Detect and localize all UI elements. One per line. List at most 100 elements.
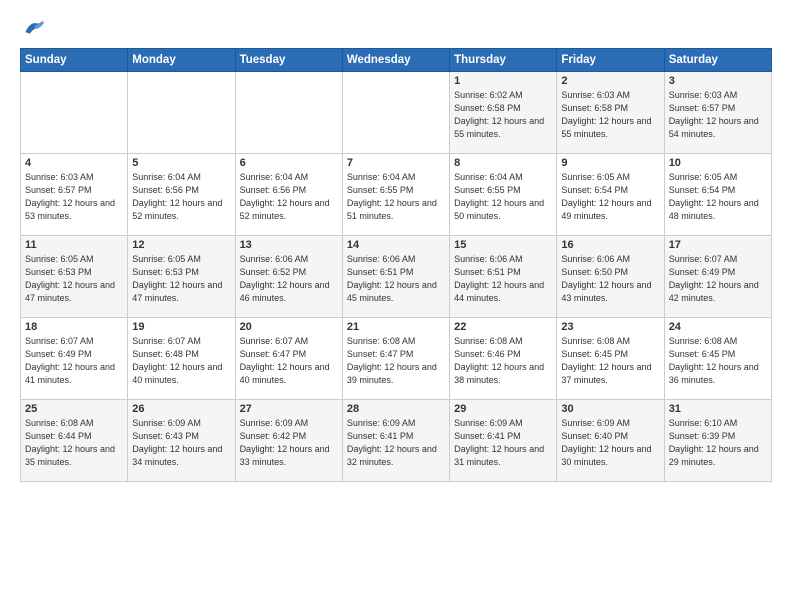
day-number: 31: [669, 403, 767, 415]
cell-sun-info: Sunrise: 6:06 AMSunset: 6:51 PMDaylight:…: [347, 253, 445, 305]
calendar-cell: 26 Sunrise: 6:09 AMSunset: 6:43 PMDaylig…: [128, 400, 235, 482]
calendar-cell: 8 Sunrise: 6:04 AMSunset: 6:55 PMDayligh…: [450, 154, 557, 236]
calendar-cell: 30 Sunrise: 6:09 AMSunset: 6:40 PMDaylig…: [557, 400, 664, 482]
day-number: 15: [454, 239, 552, 251]
calendar-cell: 11 Sunrise: 6:05 AMSunset: 6:53 PMDaylig…: [21, 236, 128, 318]
day-number: 1: [454, 75, 552, 87]
cell-sun-info: Sunrise: 6:08 AMSunset: 6:44 PMDaylight:…: [25, 417, 123, 469]
week-row-1: 1 Sunrise: 6:02 AMSunset: 6:58 PMDayligh…: [21, 72, 772, 154]
calendar-cell: 27 Sunrise: 6:09 AMSunset: 6:42 PMDaylig…: [235, 400, 342, 482]
cell-sun-info: Sunrise: 6:05 AMSunset: 6:54 PMDaylight:…: [561, 171, 659, 223]
header: [20, 16, 772, 38]
cell-sun-info: Sunrise: 6:05 AMSunset: 6:53 PMDaylight:…: [132, 253, 230, 305]
day-number: 5: [132, 157, 230, 169]
day-number: 14: [347, 239, 445, 251]
page: SundayMondayTuesdayWednesdayThursdayFrid…: [0, 0, 792, 492]
cell-sun-info: Sunrise: 6:09 AMSunset: 6:42 PMDaylight:…: [240, 417, 338, 469]
day-number: 18: [25, 321, 123, 333]
day-number: 6: [240, 157, 338, 169]
day-number: 10: [669, 157, 767, 169]
cell-sun-info: Sunrise: 6:06 AMSunset: 6:50 PMDaylight:…: [561, 253, 659, 305]
cell-sun-info: Sunrise: 6:07 AMSunset: 6:47 PMDaylight:…: [240, 335, 338, 387]
day-number: 17: [669, 239, 767, 251]
day-number: 9: [561, 157, 659, 169]
cell-sun-info: Sunrise: 6:08 AMSunset: 6:47 PMDaylight:…: [347, 335, 445, 387]
cell-sun-info: Sunrise: 6:07 AMSunset: 6:49 PMDaylight:…: [25, 335, 123, 387]
day-number: 7: [347, 157, 445, 169]
calendar-cell: 29 Sunrise: 6:09 AMSunset: 6:41 PMDaylig…: [450, 400, 557, 482]
calendar-cell: 2 Sunrise: 6:03 AMSunset: 6:58 PMDayligh…: [557, 72, 664, 154]
cell-sun-info: Sunrise: 6:09 AMSunset: 6:41 PMDaylight:…: [454, 417, 552, 469]
calendar-cell: 5 Sunrise: 6:04 AMSunset: 6:56 PMDayligh…: [128, 154, 235, 236]
cell-sun-info: Sunrise: 6:07 AMSunset: 6:48 PMDaylight:…: [132, 335, 230, 387]
cell-sun-info: Sunrise: 6:02 AMSunset: 6:58 PMDaylight:…: [454, 89, 552, 141]
calendar-cell: 13 Sunrise: 6:06 AMSunset: 6:52 PMDaylig…: [235, 236, 342, 318]
logo-area: [20, 16, 48, 38]
weekday-header-monday: Monday: [128, 49, 235, 72]
calendar-cell: 18 Sunrise: 6:07 AMSunset: 6:49 PMDaylig…: [21, 318, 128, 400]
calendar-cell: 16 Sunrise: 6:06 AMSunset: 6:50 PMDaylig…: [557, 236, 664, 318]
day-number: 26: [132, 403, 230, 415]
day-number: 28: [347, 403, 445, 415]
day-number: 12: [132, 239, 230, 251]
cell-sun-info: Sunrise: 6:06 AMSunset: 6:52 PMDaylight:…: [240, 253, 338, 305]
cell-sun-info: Sunrise: 6:08 AMSunset: 6:45 PMDaylight:…: [669, 335, 767, 387]
calendar-cell: 6 Sunrise: 6:04 AMSunset: 6:56 PMDayligh…: [235, 154, 342, 236]
calendar-cell: 21 Sunrise: 6:08 AMSunset: 6:47 PMDaylig…: [342, 318, 449, 400]
day-number: 30: [561, 403, 659, 415]
day-number: 25: [25, 403, 123, 415]
weekday-header-wednesday: Wednesday: [342, 49, 449, 72]
week-row-3: 11 Sunrise: 6:05 AMSunset: 6:53 PMDaylig…: [21, 236, 772, 318]
calendar-cell: 12 Sunrise: 6:05 AMSunset: 6:53 PMDaylig…: [128, 236, 235, 318]
calendar-cell: 17 Sunrise: 6:07 AMSunset: 6:49 PMDaylig…: [664, 236, 771, 318]
cell-sun-info: Sunrise: 6:03 AMSunset: 6:57 PMDaylight:…: [669, 89, 767, 141]
calendar-cell: [128, 72, 235, 154]
calendar-cell: 28 Sunrise: 6:09 AMSunset: 6:41 PMDaylig…: [342, 400, 449, 482]
cell-sun-info: Sunrise: 6:08 AMSunset: 6:45 PMDaylight:…: [561, 335, 659, 387]
cell-sun-info: Sunrise: 6:04 AMSunset: 6:56 PMDaylight:…: [240, 171, 338, 223]
day-number: 11: [25, 239, 123, 251]
calendar-cell: 22 Sunrise: 6:08 AMSunset: 6:46 PMDaylig…: [450, 318, 557, 400]
day-number: 29: [454, 403, 552, 415]
week-row-4: 18 Sunrise: 6:07 AMSunset: 6:49 PMDaylig…: [21, 318, 772, 400]
calendar-cell: 19 Sunrise: 6:07 AMSunset: 6:48 PMDaylig…: [128, 318, 235, 400]
week-row-5: 25 Sunrise: 6:08 AMSunset: 6:44 PMDaylig…: [21, 400, 772, 482]
calendar-cell: 14 Sunrise: 6:06 AMSunset: 6:51 PMDaylig…: [342, 236, 449, 318]
day-number: 4: [25, 157, 123, 169]
calendar-cell: [21, 72, 128, 154]
day-number: 19: [132, 321, 230, 333]
cell-sun-info: Sunrise: 6:09 AMSunset: 6:40 PMDaylight:…: [561, 417, 659, 469]
calendar-cell: 4 Sunrise: 6:03 AMSunset: 6:57 PMDayligh…: [21, 154, 128, 236]
logo: [20, 16, 48, 38]
weekday-header-thursday: Thursday: [450, 49, 557, 72]
cell-sun-info: Sunrise: 6:09 AMSunset: 6:43 PMDaylight:…: [132, 417, 230, 469]
day-number: 27: [240, 403, 338, 415]
cell-sun-info: Sunrise: 6:04 AMSunset: 6:56 PMDaylight:…: [132, 171, 230, 223]
calendar-cell: 10 Sunrise: 6:05 AMSunset: 6:54 PMDaylig…: [664, 154, 771, 236]
calendar-cell: 24 Sunrise: 6:08 AMSunset: 6:45 PMDaylig…: [664, 318, 771, 400]
calendar-cell: 7 Sunrise: 6:04 AMSunset: 6:55 PMDayligh…: [342, 154, 449, 236]
day-number: 3: [669, 75, 767, 87]
calendar-cell: 31 Sunrise: 6:10 AMSunset: 6:39 PMDaylig…: [664, 400, 771, 482]
logo-bird-icon: [24, 16, 46, 38]
weekday-header-sunday: Sunday: [21, 49, 128, 72]
day-number: 20: [240, 321, 338, 333]
cell-sun-info: Sunrise: 6:04 AMSunset: 6:55 PMDaylight:…: [454, 171, 552, 223]
cell-sun-info: Sunrise: 6:10 AMSunset: 6:39 PMDaylight:…: [669, 417, 767, 469]
calendar-cell: 1 Sunrise: 6:02 AMSunset: 6:58 PMDayligh…: [450, 72, 557, 154]
calendar-cell: 20 Sunrise: 6:07 AMSunset: 6:47 PMDaylig…: [235, 318, 342, 400]
cell-sun-info: Sunrise: 6:06 AMSunset: 6:51 PMDaylight:…: [454, 253, 552, 305]
week-row-2: 4 Sunrise: 6:03 AMSunset: 6:57 PMDayligh…: [21, 154, 772, 236]
day-number: 13: [240, 239, 338, 251]
cell-sun-info: Sunrise: 6:09 AMSunset: 6:41 PMDaylight:…: [347, 417, 445, 469]
cell-sun-info: Sunrise: 6:05 AMSunset: 6:54 PMDaylight:…: [669, 171, 767, 223]
weekday-header-tuesday: Tuesday: [235, 49, 342, 72]
calendar-cell: 9 Sunrise: 6:05 AMSunset: 6:54 PMDayligh…: [557, 154, 664, 236]
calendar-cell: [235, 72, 342, 154]
weekday-header-friday: Friday: [557, 49, 664, 72]
day-number: 16: [561, 239, 659, 251]
cell-sun-info: Sunrise: 6:08 AMSunset: 6:46 PMDaylight:…: [454, 335, 552, 387]
calendar-cell: 25 Sunrise: 6:08 AMSunset: 6:44 PMDaylig…: [21, 400, 128, 482]
cell-sun-info: Sunrise: 6:03 AMSunset: 6:58 PMDaylight:…: [561, 89, 659, 141]
day-number: 21: [347, 321, 445, 333]
